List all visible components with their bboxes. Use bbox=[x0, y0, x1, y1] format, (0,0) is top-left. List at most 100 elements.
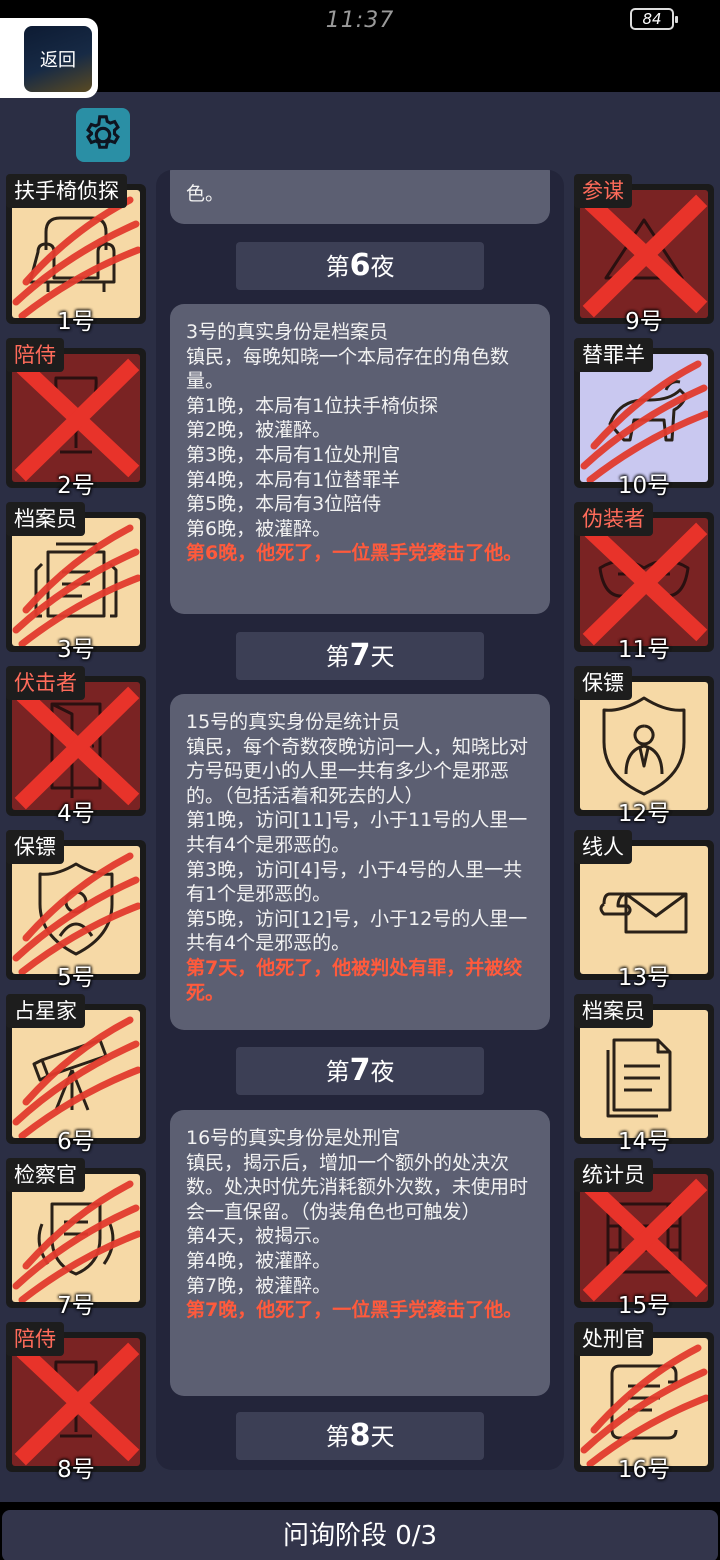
log-line: 3号的真实身份是档案员 bbox=[186, 321, 389, 343]
log-line: 15号的真实身份是统计员 bbox=[186, 711, 401, 733]
log-line: 第1晚，访问[11]号，小于11号的人里一共有4个是邪恶的。 bbox=[186, 809, 528, 856]
eliminated-cross-icon bbox=[14, 358, 140, 482]
role-art bbox=[12, 354, 140, 482]
settings-button[interactable] bbox=[76, 108, 130, 162]
log-line: 第4晚，本局有1位替罪羊 bbox=[186, 468, 401, 491]
phase-header: 第7天 bbox=[236, 632, 484, 680]
eliminated-cross-icon bbox=[582, 194, 708, 318]
death-notice: 第6晚，他死了，一位黑手党袭击了他。 bbox=[186, 542, 523, 565]
claw-slash-icon bbox=[12, 852, 140, 974]
death-notice: 第7天，他死了，他被判处有罪，并被绞死。 bbox=[186, 956, 523, 1004]
log-line: 第5晚，本局有3位陪侍 bbox=[186, 493, 382, 516]
role-art bbox=[12, 190, 140, 318]
role-art bbox=[580, 682, 708, 810]
player-card[interactable]: 档案员 3号 bbox=[6, 502, 146, 663]
player-number: 8号 bbox=[57, 1457, 95, 1483]
player-card[interactable]: 处刑官 16号 bbox=[574, 1322, 714, 1483]
role-art bbox=[12, 1174, 140, 1302]
log-line: 第3晚，访问[4]号，小于4号的人里一共有1个是邪恶的。 bbox=[186, 858, 523, 906]
log-line: 第4天，被揭示。 bbox=[186, 1225, 332, 1248]
player-number: 12号 bbox=[617, 801, 671, 827]
player-number: 3号 bbox=[57, 637, 95, 663]
role-name: 线人 bbox=[574, 830, 632, 864]
footer: 问询阶段 0/3 bbox=[0, 1504, 720, 1560]
player-number: 13号 bbox=[617, 965, 671, 991]
log-line: 第7晚，被灌醉。 bbox=[186, 1274, 332, 1297]
player-card[interactable]: 占星家 6号 bbox=[6, 994, 146, 1155]
claw-slash-icon bbox=[12, 196, 140, 318]
role-art bbox=[580, 190, 708, 318]
player-number: 5号 bbox=[57, 965, 95, 991]
role-name: 统计员 bbox=[574, 1158, 653, 1192]
role-name: 伪装者 bbox=[574, 502, 653, 536]
player-number: 14号 bbox=[617, 1129, 671, 1155]
role-name: 保镖 bbox=[6, 830, 64, 864]
role-name: 伏击者 bbox=[6, 666, 85, 700]
role-art bbox=[580, 846, 708, 974]
battery-level: 84 bbox=[642, 10, 662, 28]
log-line: 第4晚，被灌醉。 bbox=[186, 1249, 332, 1272]
role-art bbox=[12, 846, 140, 974]
role-art bbox=[12, 1010, 140, 1138]
player-card[interactable]: 统计员 15号 bbox=[574, 1158, 714, 1319]
log-line: 色。 bbox=[186, 183, 225, 205]
claw-slash-icon bbox=[12, 1180, 140, 1302]
role-name: 占星家 bbox=[6, 994, 85, 1028]
player-card[interactable]: 参谋 9号 bbox=[574, 174, 714, 335]
log-line: 镇民，揭示后，增加一个额外的处决次数。处决时优先消耗额外次数，未使用时会一直保留… bbox=[186, 1151, 529, 1223]
game-log-panel[interactable]: 色。 第6夜 3号的真实身份是档案员 镇民，每晚知晓一个本局存在的角色数量。 第… bbox=[156, 170, 564, 1470]
back-button[interactable]: 返回 bbox=[0, 18, 98, 98]
player-card[interactable]: 扶手椅侦探 1号 bbox=[6, 174, 146, 335]
death-notice: 第7晚，他死了，一位黑手党袭击了他。 bbox=[186, 1299, 523, 1322]
log-card-partial: 色。 bbox=[170, 170, 550, 224]
log-card: 15号的真实身份是统计员 镇民，每个奇数夜晚访问一人，知晓比对方号码更小的人里一… bbox=[170, 694, 550, 1030]
claw-slash-icon bbox=[12, 524, 140, 646]
log-line: 第6晚，被灌醉。 bbox=[186, 517, 332, 540]
player-card[interactable]: 线人 13号 bbox=[574, 830, 714, 991]
status-time: 11:37 bbox=[325, 8, 395, 33]
no-mark bbox=[580, 1010, 708, 1138]
player-number: 1号 bbox=[57, 309, 95, 335]
player-card[interactable]: 档案员 14号 bbox=[574, 994, 714, 1155]
role-art bbox=[580, 1010, 708, 1138]
role-name: 档案员 bbox=[574, 994, 653, 1028]
player-card[interactable]: 检察官 7号 bbox=[6, 1158, 146, 1319]
log-line: 镇民，每晚知晓一个本局存在的角色数量。 bbox=[186, 345, 510, 393]
log-line: 第2晚，被灌醉。 bbox=[186, 419, 332, 442]
player-number: 16号 bbox=[617, 1457, 671, 1483]
role-art bbox=[580, 518, 708, 646]
phase-header: 第6夜 bbox=[236, 242, 484, 290]
gear-icon bbox=[86, 115, 120, 149]
log-line: 第1晚，本局有1位扶手椅侦探 bbox=[186, 394, 439, 417]
player-card[interactable]: 伏击者 4号 bbox=[6, 666, 146, 827]
phase-indicator[interactable]: 问询阶段 0/3 bbox=[2, 1510, 718, 1560]
claw-slash-icon bbox=[580, 1344, 708, 1466]
eliminated-cross-icon bbox=[14, 1342, 140, 1466]
no-mark bbox=[580, 846, 708, 974]
battery-icon: 84 bbox=[630, 8, 678, 30]
role-name: 扶手椅侦探 bbox=[6, 174, 127, 208]
log-line: 第3晚，本局有1位处刑官 bbox=[186, 443, 401, 466]
log-line: 镇民，每个奇数夜晚访问一人，知晓比对方号码更小的人里一共有多少个是邪恶的。（包括… bbox=[186, 735, 529, 807]
player-card[interactable]: 替罪羊 10号 bbox=[574, 338, 714, 499]
role-art bbox=[12, 1338, 140, 1466]
player-card[interactable]: 保镖 5号 bbox=[6, 830, 146, 991]
player-number: 6号 bbox=[57, 1129, 95, 1155]
phase-header: 第7夜 bbox=[236, 1047, 484, 1095]
player-number: 4号 bbox=[57, 801, 95, 827]
claw-slash-icon bbox=[580, 360, 708, 482]
role-name: 参谋 bbox=[574, 174, 632, 208]
phase-header: 第8天 bbox=[236, 1412, 484, 1460]
role-name: 陪侍 bbox=[6, 1322, 64, 1356]
role-name: 检察官 bbox=[6, 1158, 85, 1192]
no-mark bbox=[580, 682, 708, 810]
player-card[interactable]: 陪侍 2号 bbox=[6, 338, 146, 499]
player-card[interactable]: 伪装者 11号 bbox=[574, 502, 714, 663]
eliminated-cross-icon bbox=[582, 1178, 708, 1302]
player-card[interactable]: 陪侍 8号 bbox=[6, 1322, 146, 1483]
role-art bbox=[580, 1338, 708, 1466]
claw-slash-icon bbox=[12, 1016, 140, 1138]
player-card[interactable]: 保镖 12号 bbox=[574, 666, 714, 827]
player-number: 2号 bbox=[57, 473, 95, 499]
role-name: 档案员 bbox=[6, 502, 85, 536]
